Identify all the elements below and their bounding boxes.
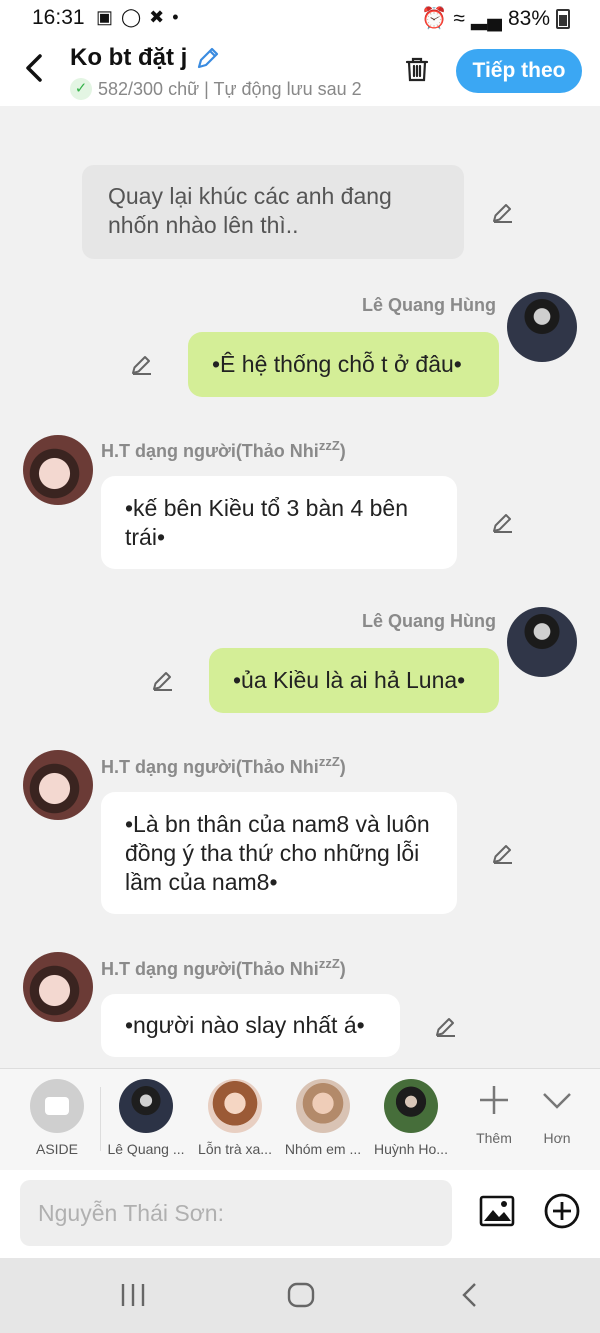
edit-icon[interactable] xyxy=(491,841,515,865)
less-button[interactable]: Hơn xyxy=(533,1083,581,1146)
sender-name: Lê Quang Hùng xyxy=(362,295,496,315)
chevron-down-icon xyxy=(543,1093,571,1109)
trash-icon[interactable] xyxy=(402,54,432,84)
dot-icon: • xyxy=(172,7,179,27)
word-count-text: 582/300 chữ | Tự động lưu sau 2 xyxy=(98,78,362,99)
story-title[interactable]: Ko bt đặt j xyxy=(70,44,221,72)
avatar xyxy=(384,1079,438,1133)
edit-icon[interactable] xyxy=(151,668,175,692)
home-icon[interactable] xyxy=(285,1278,317,1312)
avatar xyxy=(23,750,93,820)
aside-icon xyxy=(30,1079,84,1133)
avatar xyxy=(296,1079,350,1133)
back-icon[interactable] xyxy=(455,1278,485,1312)
battery-icon xyxy=(556,8,570,29)
character-item[interactable]: Lê Quang ... xyxy=(102,1079,190,1157)
plus-icon xyxy=(480,1086,508,1114)
sender-name: H.T dạng người(Thảo NhizzZ) xyxy=(101,956,346,979)
character-item[interactable]: Lỗn trà xa... xyxy=(191,1079,279,1157)
message-bubble[interactable]: •ủa Kiều là ai hả Luna• xyxy=(209,648,499,713)
message-input[interactable]: Nguyễn Thái Sơn: xyxy=(20,1180,452,1246)
back-arrow-icon[interactable] xyxy=(20,48,50,88)
narration-bubble[interactable]: Quay lại khúc các anh đang nhốn nhào lên… xyxy=(82,165,464,259)
word-count-status: ✓ 582/300 chữ | Tự động lưu sau 2 xyxy=(70,78,380,100)
battery-percent: 83% xyxy=(507,6,550,30)
character-aside[interactable]: ASIDE xyxy=(13,1079,101,1157)
notification-icons: ▣ ◯ ✖ • xyxy=(96,7,179,28)
system-nav-bar xyxy=(0,1258,600,1333)
avatar xyxy=(119,1079,173,1133)
edit-icon[interactable] xyxy=(130,352,154,376)
character-selector: ASIDE Lê Quang ... Lỗn trà xa... Nhóm em… xyxy=(0,1068,600,1171)
edit-icon[interactable] xyxy=(491,200,515,224)
character-item[interactable]: Nhóm em ... xyxy=(279,1079,367,1157)
alarm-icon: ⏰ xyxy=(421,6,448,30)
image-icon[interactable] xyxy=(478,1192,516,1230)
add-circle-icon[interactable] xyxy=(543,1192,581,1230)
edit-title-icon[interactable] xyxy=(195,45,221,71)
system-icons: ⏰ ≈ ▂▄ 83% xyxy=(421,6,570,31)
avatar xyxy=(507,292,577,362)
edit-icon[interactable] xyxy=(434,1014,458,1038)
message-bubble[interactable]: •người nào slay nhất á• xyxy=(101,994,400,1057)
avatar xyxy=(507,607,577,677)
avatar xyxy=(208,1079,262,1133)
message-bubble[interactable]: •Ê hệ thống chỗ t ở đâu• xyxy=(188,332,499,397)
more-button[interactable]: Thêm xyxy=(470,1083,518,1146)
sender-name: Lê Quang Hùng xyxy=(362,611,496,631)
header: Ko bt đặt j ✓ 582/300 chữ | Tự động lưu … xyxy=(0,36,600,106)
message-bubble[interactable]: •Là bn thân của nam8 và luôn đồng ý tha … xyxy=(101,792,457,914)
status-bar: 16:31 ▣ ◯ ✖ • ⏰ ≈ ▂▄ 83% xyxy=(0,0,600,36)
sender-name: H.T dạng người(Thảo NhizzZ) xyxy=(101,438,346,461)
capcut-icon: ✖ xyxy=(149,7,165,27)
next-button[interactable]: Tiếp theo xyxy=(456,49,582,93)
sender-name: H.T dạng người(Thảo NhizzZ) xyxy=(101,754,346,777)
story-title-text: Ko bt đặt j xyxy=(70,44,188,71)
instagram-icon: ◯ xyxy=(121,7,142,27)
check-icon: ✓ xyxy=(70,78,92,100)
divider xyxy=(100,1087,101,1151)
recents-icon[interactable] xyxy=(118,1278,148,1312)
status-time: 16:31 xyxy=(32,6,85,29)
message-bubble[interactable]: •kế bên Kiều tổ 3 bàn 4 bên trái• xyxy=(101,476,457,569)
edit-icon[interactable] xyxy=(491,510,515,534)
signal-icon: ▂▄ xyxy=(470,7,502,30)
wifi-icon: ≈ xyxy=(453,6,465,30)
avatar xyxy=(23,435,93,505)
character-item[interactable]: Huỳnh Ho... xyxy=(367,1079,455,1157)
gallery-icon: ▣ xyxy=(96,7,114,27)
avatar xyxy=(23,952,93,1022)
input-bar: Nguyễn Thái Sơn: xyxy=(0,1170,600,1258)
